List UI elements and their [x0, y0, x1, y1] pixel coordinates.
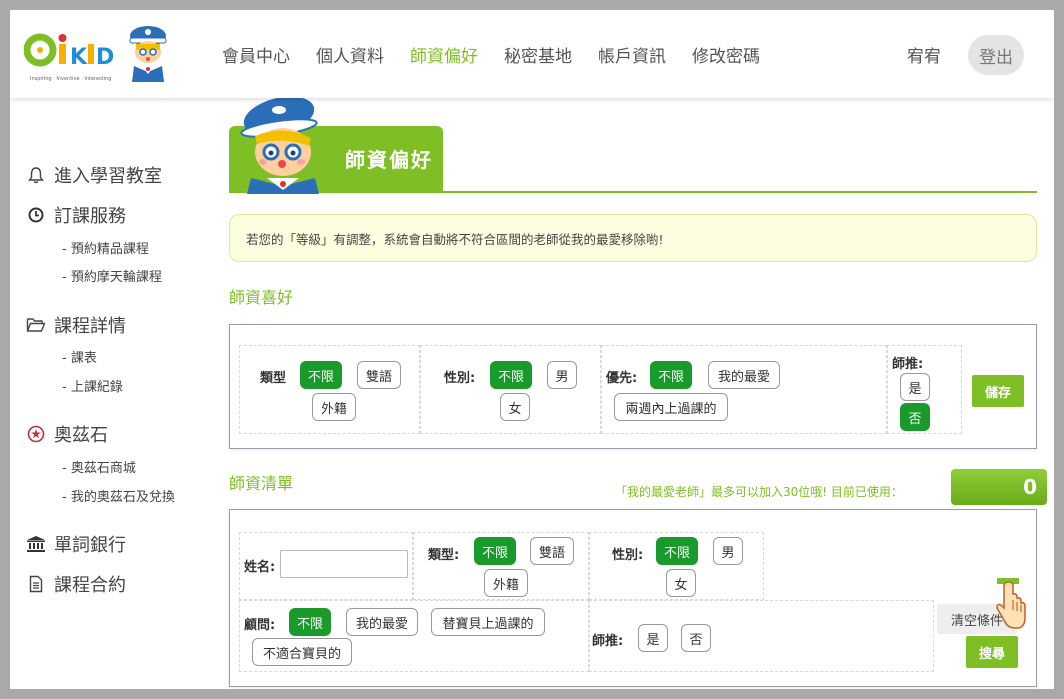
svg-text:K: K	[70, 45, 88, 70]
search-gender-female-button[interactable]: 女	[666, 569, 696, 597]
top-header: K D Inspiring · Inventive · Interesting	[10, 10, 1054, 98]
search-type-foreign-button[interactable]: 外籍	[484, 569, 528, 597]
sidebar-item-label: 課程詳情	[54, 316, 126, 337]
search-recommend-no-button[interactable]: 否	[681, 624, 711, 652]
search-advisor-taught-button[interactable]: 替寶貝上過課的	[431, 608, 545, 636]
sidebar-item-label: 訂課服務	[54, 206, 126, 227]
gem-icon	[26, 424, 46, 444]
sidebar-subitem-oz-shop[interactable]: - 奧茲石商城	[62, 457, 136, 476]
logout-button[interactable]: 登出	[968, 35, 1024, 75]
document-icon	[26, 574, 46, 594]
nav-teacher-preference[interactable]: 師資偏好	[410, 42, 478, 67]
pref-gender-male-button[interactable]: 男	[547, 361, 577, 389]
nav-change-password[interactable]: 修改密碼	[692, 42, 760, 67]
sidebar-subitem-class-records[interactable]: - 上課紀錄	[62, 376, 123, 395]
search-recommend-yes-button[interactable]: 是	[638, 624, 668, 652]
sidebar-item-label: 課程合約	[54, 575, 126, 596]
sidebar-item-oz-stone[interactable]: 奧茲石	[26, 421, 108, 447]
pref-type-foreign-button[interactable]: 外籍	[312, 393, 356, 421]
search-name-label: 姓名:	[244, 560, 276, 575]
page-title: 師資偏好	[345, 148, 433, 172]
bank-icon	[26, 534, 46, 554]
mascot-small-image	[126, 22, 172, 82]
search-type-any-button[interactable]: 不限	[474, 537, 516, 565]
nav-member-center[interactable]: 會員中心	[222, 42, 290, 67]
oikid-logo[interactable]: K D Inspiring · Inventive · Interesting	[23, 22, 174, 82]
nav-secret-base[interactable]: 秘密基地	[504, 42, 572, 67]
pref-recommend-yes-button[interactable]: 是	[900, 373, 930, 401]
svg-text:D: D	[96, 45, 114, 70]
search-name-input[interactable]	[280, 550, 408, 578]
nav-account-info[interactable]: 帳戶資訊	[598, 42, 666, 67]
pref-type-label: 類型	[260, 371, 287, 386]
search-advisor-favorite-button[interactable]: 我的最愛	[346, 608, 418, 636]
pref-priority-recent-button[interactable]: 兩週內上過課的	[614, 393, 728, 421]
preferences-section-title: 師資喜好	[229, 288, 294, 307]
sidebar-item-label: 單詞銀行	[54, 535, 126, 556]
main-nav: 會員中心 個人資料 師資偏好 秘密基地 帳戶資訊 修改密碼	[222, 42, 786, 67]
sidebar-subitem-ferris-course[interactable]: - 預約摩天輪課程	[62, 266, 162, 285]
sidebar-item-label: 奧茲石	[54, 425, 108, 446]
search-advisor-unsuitable-button[interactable]: 不適合寶貝的	[252, 638, 352, 666]
sidebar-item-course-details[interactable]: 課程詳情	[26, 312, 126, 338]
pref-priority-favorite-button[interactable]: 我的最愛	[708, 361, 780, 389]
page-frame: K D Inspiring · Inventive · Interesting	[10, 10, 1054, 689]
nav-profile[interactable]: 個人資料	[316, 42, 384, 67]
pref-gender-female-button[interactable]: 女	[500, 393, 530, 421]
search-type-label: 類型:	[428, 548, 460, 563]
sidebar-item-word-bank[interactable]: 單詞銀行	[26, 531, 126, 557]
bell-icon	[26, 165, 46, 185]
sidebar-item-label: 進入學習教室	[54, 166, 162, 187]
sidebar-subitem-schedule[interactable]: - 課表	[62, 347, 97, 366]
sidebar: 進入學習教室 訂課服務 - 預約精品課程 - 預約摩天輪課程 課程詳情 - 課表…	[10, 98, 220, 689]
search-button[interactable]: 搜尋	[966, 636, 1018, 668]
search-gender-label: 性別:	[612, 548, 644, 563]
favorite-limit-text: 「我的最愛老師」最多可以加入30位哦! 目前已使用：	[615, 485, 903, 499]
pref-type-bilingual-button[interactable]: 雙語	[357, 361, 401, 389]
pref-priority-any-button[interactable]: 不限	[650, 361, 692, 389]
folder-open-icon	[26, 315, 46, 335]
search-advisor-any-button[interactable]: 不限	[289, 608, 331, 636]
hand-pointer-icon	[993, 578, 1027, 634]
pref-priority-label: 優先:	[606, 371, 638, 386]
sidebar-subitem-premium-course[interactable]: - 預約精品課程	[62, 238, 149, 257]
pref-gender-label: 性別:	[444, 371, 476, 386]
search-recommend-label: 師推:	[592, 634, 624, 649]
teacher-search-panel: 姓名: 類型: 不限 雙語 外籍 性別: 不限 男 女 顧問: 不限 我的最愛 …	[229, 509, 1037, 687]
teacher-list-section-title: 師資清單	[229, 474, 294, 493]
sidebar-subitem-my-oz-stone[interactable]: - 我的奧茲石及兌換	[62, 486, 175, 505]
search-type-bilingual-button[interactable]: 雙語	[530, 537, 574, 565]
sidebar-item-enter-classroom[interactable]: 進入學習教室	[26, 162, 162, 188]
pref-recommend-no-button[interactable]: 否	[900, 403, 930, 431]
pref-type-any-button[interactable]: 不限	[300, 361, 342, 389]
clock-icon	[26, 205, 46, 225]
mascot-large-image	[237, 94, 339, 194]
title-underline	[229, 191, 1037, 193]
logo-tagline: Inspiring · Inventive · Interesting	[30, 76, 112, 82]
search-gender-any-button[interactable]: 不限	[656, 537, 698, 565]
search-advisor-label: 顧問:	[244, 618, 276, 633]
user-name[interactable]: 宥宥	[907, 42, 941, 67]
save-button[interactable]: 儲存	[972, 375, 1024, 407]
preferences-panel: 類型 不限 雙語 外籍 性別: 不限 男 女 優先: 不限 我的最愛 兩週內上過…	[229, 324, 1037, 449]
search-gender-male-button[interactable]: 男	[713, 537, 743, 565]
sidebar-item-booking[interactable]: 訂課服務	[26, 202, 126, 228]
logo-wordmark: K D	[23, 30, 124, 78]
notice-text: 若您的「等級」有調整，系統會自動將不符合區間的老師從我的最愛移除喲!	[246, 231, 664, 247]
sidebar-item-course-contract[interactable]: 課程合約	[26, 571, 126, 597]
level-change-notice: 若您的「等級」有調整，系統會自動將不符合區間的老師從我的最愛移除喲!	[229, 214, 1037, 262]
pref-recommend-label: 師推:	[892, 357, 924, 372]
favorite-count-badge: 0	[951, 469, 1047, 505]
pref-gender-any-button[interactable]: 不限	[490, 361, 532, 389]
